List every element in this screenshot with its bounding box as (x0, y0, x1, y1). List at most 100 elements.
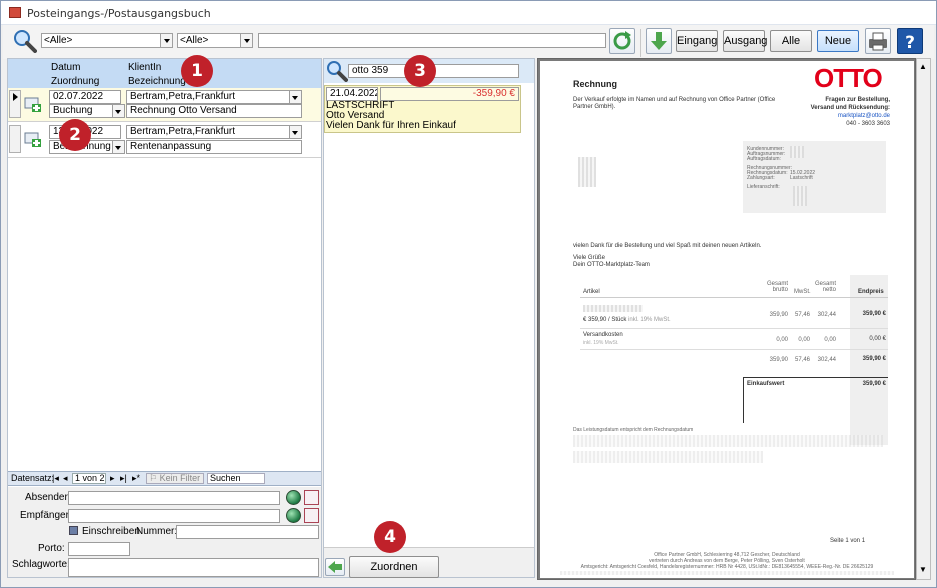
col-gesamt-brutto: Gesamt brutto (766, 281, 788, 293)
scroll-down-icon[interactable]: ▼ (919, 565, 927, 574)
schlagworte-input[interactable] (68, 558, 319, 577)
row1-vat: inkl. 19% MwSt. (628, 317, 671, 323)
nav-new-button[interactable]: ▸* (132, 472, 140, 485)
row1-netto: 302,44 (817, 312, 836, 318)
col-artikel: Artikel (583, 289, 600, 295)
badge-3: 3 (404, 55, 436, 87)
zuordnen-button[interactable]: Zuordnen (349, 556, 439, 578)
back-button[interactable] (325, 558, 345, 576)
header-zuordnung: Zuordnung (51, 76, 100, 87)
empfaenger-input[interactable] (68, 509, 280, 523)
nav-search-input[interactable]: Suchen (207, 473, 265, 484)
window-title: Posteingangs-/Postausgangsbuch (27, 7, 211, 20)
bank-transactions-pane: otto 359 21.04.2022 -359,90 € LASTSCHRIF… (323, 58, 535, 578)
svg-text:?: ? (905, 33, 915, 53)
scroll-up-icon[interactable]: ▲ (919, 62, 927, 71)
nav-next-button[interactable]: ▸ (110, 472, 115, 485)
nav-prev-button[interactable]: ◂ (63, 472, 68, 485)
neue-button[interactable]: Neue (817, 30, 859, 52)
row3-end: 359,90 € (862, 356, 886, 362)
printer-icon (869, 32, 887, 51)
ausgang-button[interactable]: Ausgang (723, 30, 767, 52)
invoice-title: Rechnung (573, 79, 617, 89)
redacted-info (790, 146, 804, 158)
search-icon[interactable] (13, 29, 37, 53)
page-number: Seite 1 von 1 (830, 538, 866, 544)
nav-last-button[interactable]: ▸| (120, 472, 127, 485)
search-icon[interactable] (326, 60, 348, 82)
filter-select-1-value: <Alle> (44, 35, 73, 46)
nav-first-button[interactable]: |◂ (52, 472, 59, 485)
chevron-down-icon (290, 91, 301, 103)
col-mwst: MwSt. (794, 289, 811, 295)
divider (743, 377, 744, 423)
alle-button[interactable]: Alle (770, 30, 812, 52)
header-datum: Datum (51, 62, 81, 73)
badge-4: 4 (374, 521, 406, 553)
row1-type-dropdown[interactable] (112, 105, 124, 117)
total-value: 359,90 € (862, 381, 886, 387)
row2-client-dropdown[interactable] (289, 126, 301, 138)
row3-netto: 302,44 (817, 357, 836, 363)
fine-print (573, 435, 883, 447)
address-book-icon[interactable] (304, 490, 319, 505)
nav-label: Datensatz: (11, 473, 55, 483)
row1-client[interactable]: Bertram,Petra,Frankfurt (126, 90, 302, 104)
current-row-icon (13, 93, 18, 101)
info-label-2: Auftragsdatum: (747, 156, 781, 162)
redacted-item (583, 305, 643, 312)
eingang-button[interactable]: Eingang (676, 30, 718, 52)
globe-icon[interactable] (286, 508, 301, 523)
help-button[interactable]: ? (897, 28, 923, 54)
row-selector[interactable] (9, 90, 21, 118)
chevron-down-icon[interactable] (160, 34, 172, 47)
total-label: Einkaufswert (747, 381, 785, 387)
refresh-button[interactable] (609, 28, 635, 54)
import-button[interactable] (646, 28, 672, 54)
transaction-amount: -359,90 € (380, 87, 519, 101)
globe-icon[interactable] (286, 490, 301, 505)
fine-print (573, 451, 763, 463)
row1-brutto: 359,90 (769, 312, 788, 318)
row2-type-dropdown[interactable] (112, 141, 124, 153)
contact-line1: Fragen zur Bestellung, (825, 97, 890, 103)
help-icon: ? (905, 33, 915, 53)
filter-select-1[interactable]: <Alle> (41, 33, 173, 48)
row1-price: € 359,90 / Stück (583, 317, 627, 323)
porto-input[interactable] (68, 542, 130, 556)
nav-filter-button[interactable]: ⚐ Kein Filter (146, 473, 204, 484)
fine-print (560, 571, 894, 575)
arrow-down-icon (651, 32, 667, 50)
row1-title[interactable]: Rechnung Otto Versand (126, 104, 302, 118)
nummer-input[interactable] (176, 525, 319, 539)
row1-date[interactable]: 02.07.2022 (49, 90, 121, 104)
divider (580, 297, 888, 298)
filter-select-2[interactable]: <Alle> (177, 33, 253, 48)
divider (743, 377, 888, 378)
row1-type[interactable]: Buchung (49, 104, 125, 118)
chevron-down-icon (113, 141, 124, 153)
row2-vat: inkl. 19% MwSt. (583, 340, 619, 346)
row-selector[interactable] (9, 125, 21, 153)
document-add-icon[interactable] (24, 97, 42, 113)
row1-client-dropdown[interactable] (289, 91, 301, 103)
row2-title[interactable]: Rentenanpassung (126, 140, 302, 154)
toolbar: <Alle> <Alle> Eingang Ausgang Alle Neue (3, 25, 934, 59)
einschreiben-checkbox[interactable] (69, 526, 78, 535)
absender-input[interactable] (68, 491, 280, 505)
nav-position[interactable]: 1 von 2 (72, 473, 106, 484)
contact-email: marktplatz@otto.de (837, 113, 890, 119)
search-input[interactable] (258, 33, 606, 48)
document-add-icon[interactable] (24, 132, 42, 148)
redacted-delivery (793, 186, 807, 206)
title-bar: Posteingangs-/Postausgangsbuch (1, 1, 936, 25)
address-book-icon[interactable] (304, 508, 319, 523)
greeting-text: Viele Grüße (573, 255, 605, 261)
chevron-down-icon[interactable] (240, 34, 252, 47)
einschreiben-label: Einschreiben (82, 526, 140, 537)
document-scrollbar[interactable]: ▲ ▼ (916, 58, 931, 580)
empfaenger-label: Empfänger: (20, 510, 72, 521)
row2-client[interactable]: Bertram,Petra,Frankfurt (126, 125, 302, 139)
team-text: Dein OTTO-Marktplatz-Team (573, 262, 650, 268)
print-button[interactable] (865, 28, 891, 54)
